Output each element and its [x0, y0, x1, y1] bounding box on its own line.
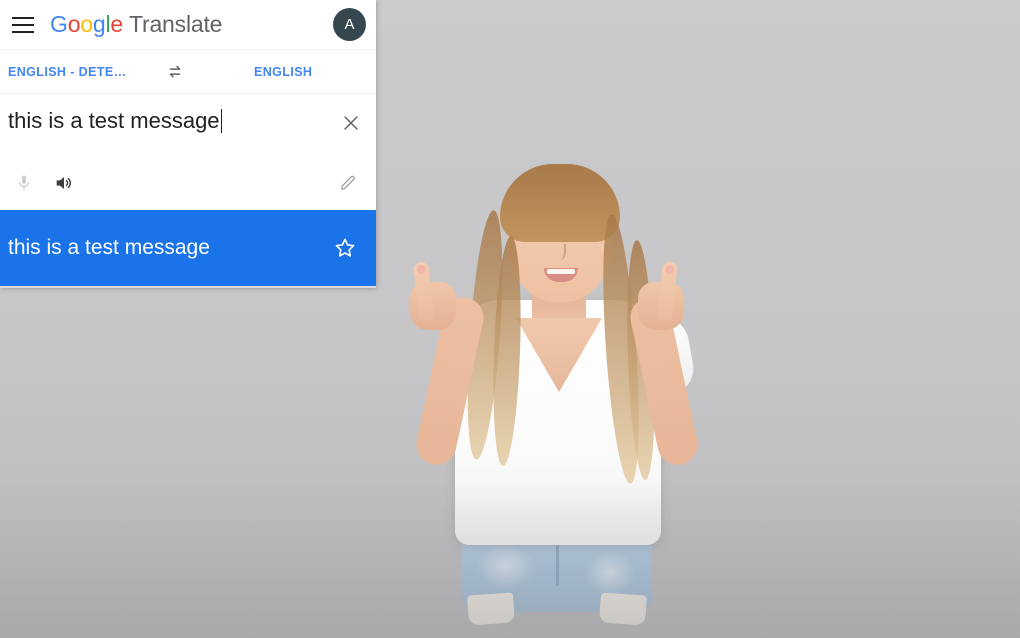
teeth	[547, 269, 575, 274]
translation-result-bar[interactable]: this is a test message	[0, 210, 376, 288]
denim-fade-left	[476, 544, 536, 590]
avatar[interactable]: A	[333, 8, 366, 41]
microphone-icon[interactable]	[4, 163, 44, 203]
product-name: Translate	[129, 11, 223, 37]
translated-text: this is a test message	[8, 236, 210, 260]
app-header: Google Translate A	[0, 0, 376, 50]
app-title: Google Translate	[50, 11, 222, 38]
pocket-lining-right	[599, 592, 647, 626]
nose	[554, 244, 566, 260]
speaker-icon[interactable]	[44, 163, 84, 203]
handwrite-pencil-icon[interactable]	[328, 163, 368, 203]
swap-languages-icon[interactable]	[158, 55, 192, 89]
screenshot-root: Google Translate A ENGLISH - DETE… ENGLIS…	[0, 0, 1020, 638]
source-text-field[interactable]: this is a test message	[8, 108, 334, 134]
logo-letter-g2: g	[92, 11, 106, 37]
clear-icon[interactable]	[334, 106, 368, 140]
logo-letter-o2: o	[80, 11, 93, 37]
hamburger-line	[12, 23, 34, 26]
hamburger-menu-icon[interactable]	[6, 8, 40, 42]
hamburger-line	[12, 16, 34, 19]
language-selector-row: ENGLISH - DETE… ENGLISH	[0, 50, 376, 94]
logo-letter-o1: o	[67, 11, 81, 37]
source-input-area[interactable]: this is a test message	[0, 94, 376, 156]
logo-letter-g1: G	[50, 11, 68, 37]
fingernail-right	[664, 264, 675, 275]
source-text-value: this is a test message	[8, 108, 220, 133]
hair-top	[500, 164, 620, 242]
target-language-button[interactable]: ENGLISH	[254, 65, 312, 79]
pocket-lining-left	[467, 592, 515, 626]
google-translate-panel: Google Translate A ENGLISH - DETE… ENGLIS…	[0, 0, 376, 288]
logo-letter-e: e	[110, 11, 123, 37]
denim-fade-right	[584, 550, 636, 596]
mouth	[544, 268, 578, 282]
hamburger-line	[12, 30, 34, 33]
source-language-button[interactable]: ENGLISH - DETE…	[8, 65, 158, 79]
fingernail-left	[416, 264, 427, 275]
denim-shorts	[462, 520, 652, 626]
source-actions-row	[0, 156, 376, 210]
text-caret	[220, 109, 222, 133]
star-icon[interactable]	[328, 231, 362, 265]
